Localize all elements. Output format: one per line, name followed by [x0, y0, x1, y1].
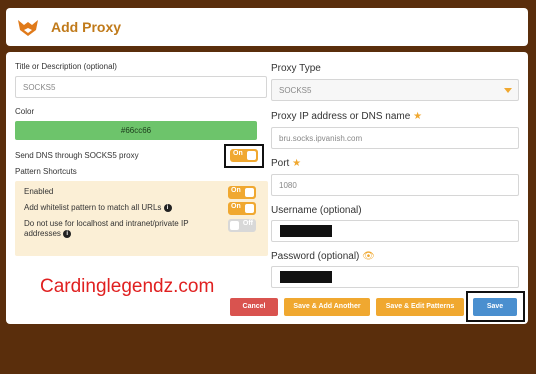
port-label: Port ★ [271, 158, 301, 169]
localhost-label: Do not use for localhost and intranet/pr… [24, 219, 189, 228]
password-label-text: Password (optional) [271, 251, 360, 262]
eye-icon[interactable]: 👁 [362, 251, 375, 262]
send-dns-label: Send DNS through SOCKS5 proxy [15, 151, 139, 160]
required-star-icon: ★ [413, 111, 423, 122]
username-label: Username (optional) [271, 205, 362, 216]
enabled-toggle[interactable]: On [228, 186, 256, 199]
toggle-knob [245, 188, 254, 197]
pattern-shortcuts-box: Enabled On Add whitelist pattern to matc… [15, 181, 268, 256]
username-input[interactable] [271, 220, 519, 242]
info-icon[interactable]: i [63, 229, 72, 238]
save-edit-patterns-button[interactable]: Save & Edit Patterns [376, 298, 464, 316]
whitelist-label: Add whitelist pattern to match all URLs … [24, 203, 172, 212]
pattern-shortcuts-label: Pattern Shortcuts [15, 167, 77, 176]
port-label-text: Port [271, 158, 290, 169]
redaction-bar [280, 271, 332, 283]
localhost-toggle[interactable]: Off [228, 219, 256, 232]
header-bar: Add Proxy [6, 8, 528, 46]
title-input[interactable]: SOCKS5 [15, 76, 267, 98]
fox-logo-icon [18, 20, 38, 36]
localhost-label-text: addresses [24, 229, 61, 238]
toggle-knob [230, 221, 239, 230]
color-label: Color [15, 107, 35, 116]
watermark-text: Cardinglegendz.com [40, 276, 215, 297]
title-label: Title or Description (optional) [15, 62, 117, 71]
chevron-down-icon [504, 88, 512, 93]
toggle-label: On [231, 203, 241, 210]
proxy-type-value: SOCKS5 [279, 86, 312, 95]
highlight-box [466, 291, 525, 322]
enabled-label: Enabled [24, 187, 54, 196]
ip-label-text: Proxy IP address or DNS name [271, 111, 411, 122]
highlight-box [224, 144, 264, 168]
proxy-type-select[interactable]: SOCKS5 [271, 79, 519, 101]
whitelist-label-text: Add whitelist pattern to match all URLs [24, 203, 162, 212]
toggle-label: Off [242, 220, 253, 227]
toggle-knob [245, 204, 254, 213]
color-picker[interactable]: #66cc66 [15, 121, 257, 140]
port-input[interactable]: 1080 [271, 174, 519, 196]
save-add-another-button[interactable]: Save & Add Another [284, 298, 370, 316]
toggle-label: On [231, 187, 241, 194]
localhost-label-line2: addresses i [24, 229, 72, 238]
ip-label: Proxy IP address or DNS name ★ [271, 111, 422, 122]
cancel-button[interactable]: Cancel [230, 298, 278, 316]
page-title: Add Proxy [51, 19, 122, 35]
password-input[interactable] [271, 266, 519, 288]
whitelist-toggle[interactable]: On [228, 202, 256, 215]
proxy-type-label: Proxy Type [271, 63, 321, 74]
password-label: Password (optional) 👁 [271, 251, 375, 262]
required-star-icon: ★ [292, 158, 302, 169]
ip-input[interactable]: bru.socks.ipvanish.com [271, 127, 519, 149]
info-icon[interactable]: i [163, 203, 172, 212]
redaction-bar [280, 225, 332, 237]
